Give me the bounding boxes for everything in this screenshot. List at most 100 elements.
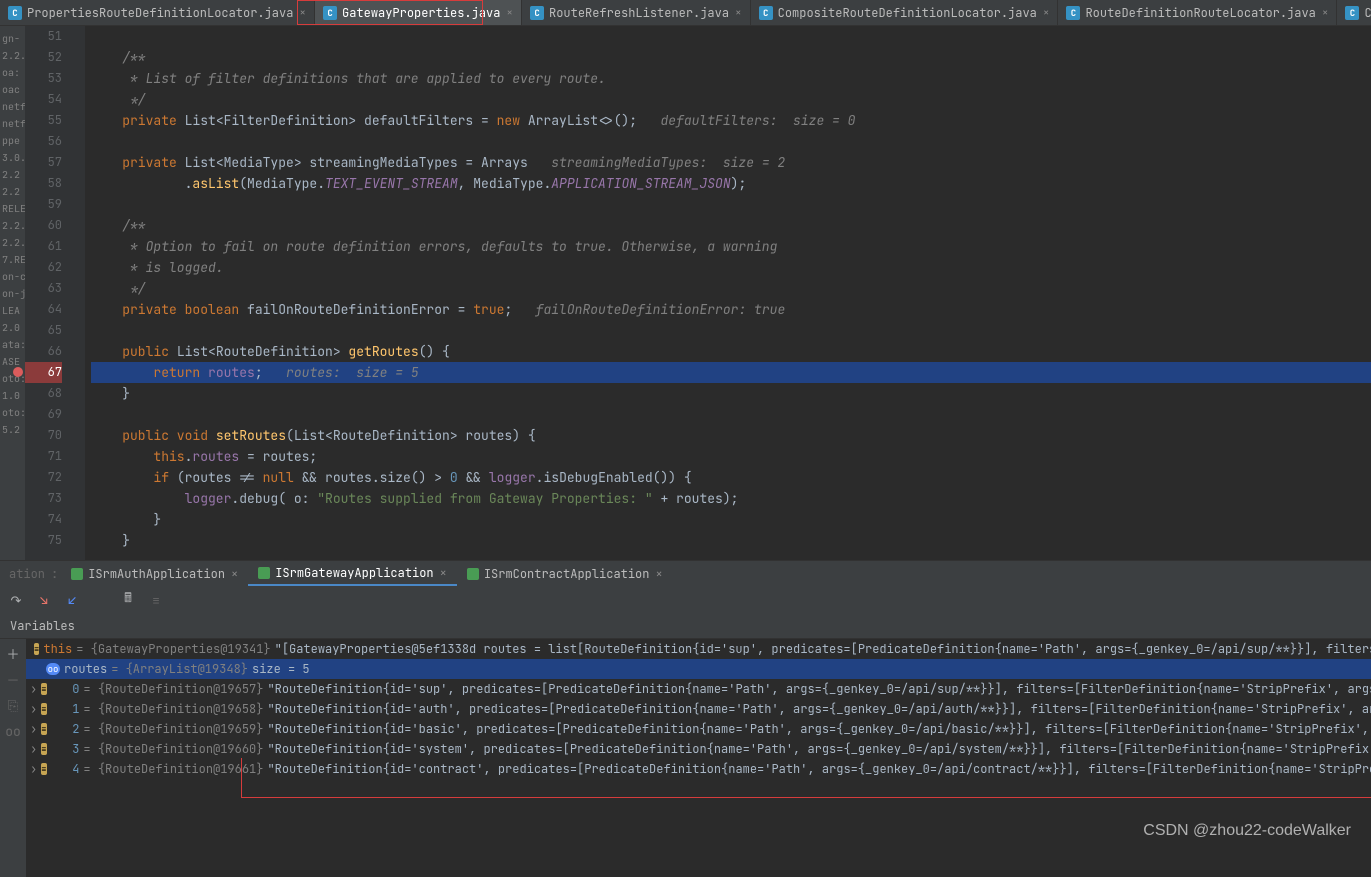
project-strip-item[interactable]: on-j — [0, 285, 25, 302]
project-strip-item[interactable]: 2.2.6 — [0, 217, 25, 234]
variable-row[interactable]: ›≡ 0 = {RouteDefinition@19657}"RouteDefi… — [26, 679, 1371, 699]
add-watch-icon[interactable]: ＋ — [3, 643, 23, 663]
close-icon[interactable]: × — [655, 566, 662, 582]
close-icon[interactable]: × — [506, 6, 513, 20]
debug-config-tab[interactable]: ISrmGatewayApplication × — [248, 562, 457, 586]
tab-divider: : — [48, 566, 61, 582]
remove-watch-icon[interactable]: － — [3, 669, 23, 689]
file-tab[interactable]: C GatewayProperties.java × — [315, 0, 522, 25]
variables-tree[interactable]: ≡this = {GatewayProperties@19341}"[Gatew… — [26, 639, 1371, 877]
var-type-icon: ≡ — [41, 703, 46, 715]
java-file-icon: C — [1066, 6, 1080, 20]
var-type-icon: ≡ — [41, 743, 46, 755]
line-gutter[interactable]: 5152535455565758596061626364656667686970… — [25, 26, 70, 560]
step-over-icon[interactable]: ↷ — [6, 590, 26, 610]
project-tool-strip[interactable]: gn-2.2.2oa:oacnetfnetfppe3.0.42.22.2RELE… — [0, 26, 25, 560]
project-strip-item[interactable]: 2.2 — [0, 183, 25, 200]
debug-run-tabs: ation : ISrmAuthApplication×ISrmGatewayA… — [0, 560, 1371, 586]
debug-config-tab[interactable]: ISrmAuthApplication × — [61, 562, 248, 586]
file-tab[interactable]: CPropertiesRouteDefinitionLocator.java× — [0, 0, 315, 25]
project-strip-item[interactable]: on-c — [0, 268, 25, 285]
file-tab[interactable]: CRouteDefinitionRouteLocator.java× — [1058, 0, 1337, 25]
var-value: "RouteDefinition{id='auth', predicates=[… — [267, 701, 1371, 717]
var-name: 1 — [51, 701, 80, 717]
debug-tab-label: ISrmContractApplication — [484, 566, 650, 582]
debug-bottom-panel: ＋ － ⎘ oo ≡this = {GatewayProperties@1934… — [0, 639, 1371, 877]
list-icon[interactable]: ≡ — [146, 590, 166, 610]
debug-side-toolbar: ＋ － ⎘ oo — [0, 639, 26, 877]
java-file-icon: C — [1345, 6, 1359, 20]
project-strip-item[interactable]: 7.RE — [0, 251, 25, 268]
var-name: this — [43, 641, 72, 657]
var-name: 0 — [51, 681, 80, 697]
var-value: "RouteDefinition{id='sup', predicates=[P… — [267, 681, 1371, 697]
var-type-icon: ≡ — [41, 723, 46, 735]
variable-row[interactable]: ≡this = {GatewayProperties@19341}"[Gatew… — [26, 639, 1371, 659]
project-strip-item[interactable]: 2.2.2 — [0, 47, 25, 64]
var-value: size = 5 — [252, 661, 310, 677]
var-type: = {RouteDefinition@19657} — [83, 681, 263, 697]
variable-row[interactable]: ›≡ 2 = {RouteDefinition@19659}"RouteDefi… — [26, 719, 1371, 739]
project-strip-item[interactable]: gn- — [0, 30, 25, 47]
code-editor[interactable]: /** * List of filter definitions that ar… — [85, 26, 1371, 560]
variables-header: Variables — [0, 614, 1371, 639]
close-icon[interactable]: × — [231, 566, 238, 582]
var-type-icon: ≡ — [41, 763, 46, 775]
project-strip-item[interactable]: netf — [0, 98, 25, 115]
variable-row[interactable]: ›≡ 1 = {RouteDefinition@19658}"RouteDefi… — [26, 699, 1371, 719]
file-tab[interactable]: CRouteRefreshListener.java× — [522, 0, 751, 25]
file-tab[interactable]: CCompositeRouteLocator.ja× — [1337, 0, 1371, 25]
project-strip-item[interactable]: 2.2 — [0, 166, 25, 183]
project-strip-item[interactable]: 5.2 — [0, 421, 25, 438]
calculator-icon[interactable]: 🖩 — [118, 590, 138, 610]
expand-icon[interactable]: › — [30, 761, 37, 777]
var-type: = {ArrayList@19348} — [111, 661, 248, 677]
debug-tab-label: ISrmAuthApplication — [88, 566, 225, 582]
debug-tab-label: ISrmGatewayApplication — [275, 565, 433, 581]
variable-row[interactable]: ›≡ 3 = {RouteDefinition@19660}"RouteDefi… — [26, 739, 1371, 759]
project-strip-item[interactable]: ata: — [0, 336, 25, 353]
file-tab[interactable]: CCompositeRouteDefinitionLocator.java× — [751, 0, 1059, 25]
infinity-icon[interactable]: oo — [3, 721, 23, 741]
var-type-icon: oo — [46, 663, 60, 675]
variable-row[interactable]: oo routes = {ArrayList@19348} size = 5 — [26, 659, 1371, 679]
java-file-icon: C — [323, 6, 337, 20]
spring-boot-icon — [258, 567, 270, 579]
expand-icon[interactable]: › — [30, 721, 37, 737]
project-strip-item[interactable]: ppe — [0, 132, 25, 149]
close-icon[interactable]: × — [735, 6, 742, 20]
project-strip-item[interactable]: oa: — [0, 64, 25, 81]
var-value: "RouteDefinition{id='basic', predicates=… — [267, 721, 1371, 737]
project-strip-item[interactable]: RELE — [0, 200, 25, 217]
variable-row[interactable]: ›≡ 4 = {RouteDefinition@19661}"RouteDefi… — [26, 759, 1371, 779]
project-strip-item[interactable]: 2.0 — [0, 319, 25, 336]
fold-column[interactable] — [70, 26, 85, 560]
copy-icon[interactable]: ⎘ — [3, 695, 23, 715]
close-icon[interactable]: × — [299, 6, 306, 20]
project-strip-item[interactable]: oto: — [0, 404, 25, 421]
expand-icon[interactable]: › — [30, 681, 37, 697]
project-strip-item[interactable]: LEA — [0, 302, 25, 319]
close-icon[interactable]: × — [1322, 6, 1329, 20]
expand-icon[interactable]: › — [30, 701, 37, 717]
editor-area: gn-2.2.2oa:oacnetfnetfppe3.0.42.22.2RELE… — [0, 26, 1371, 560]
debug-toolbar: ↷ ↘ ↙ 🖩 ≡ — [0, 586, 1371, 614]
java-file-icon: C — [8, 6, 22, 20]
project-strip-item[interactable]: netf — [0, 115, 25, 132]
spring-boot-icon — [71, 568, 83, 580]
expand-icon[interactable]: › — [30, 741, 37, 757]
var-type: = {RouteDefinition@19659} — [83, 721, 263, 737]
debug-config-tab[interactable]: ISrmContractApplication × — [457, 562, 673, 586]
project-strip-item[interactable]: 1.0 — [0, 387, 25, 404]
close-icon[interactable]: × — [440, 565, 447, 581]
var-name: routes — [64, 661, 107, 677]
tab-label: GatewayProperties.java — [342, 5, 500, 21]
project-strip-item[interactable]: 2.2.7 — [0, 234, 25, 251]
step-into-icon[interactable]: ↘ — [34, 590, 54, 610]
project-strip-item[interactable]: oac — [0, 81, 25, 98]
force-step-icon[interactable]: ↙ — [62, 590, 82, 610]
project-strip-item[interactable]: 3.0.4 — [0, 149, 25, 166]
var-value: "[GatewayProperties@5ef1338d routes = li… — [275, 641, 1371, 657]
close-icon[interactable]: × — [1043, 6, 1050, 20]
tab-label: CompositeRouteLocator.ja — [1364, 5, 1371, 21]
